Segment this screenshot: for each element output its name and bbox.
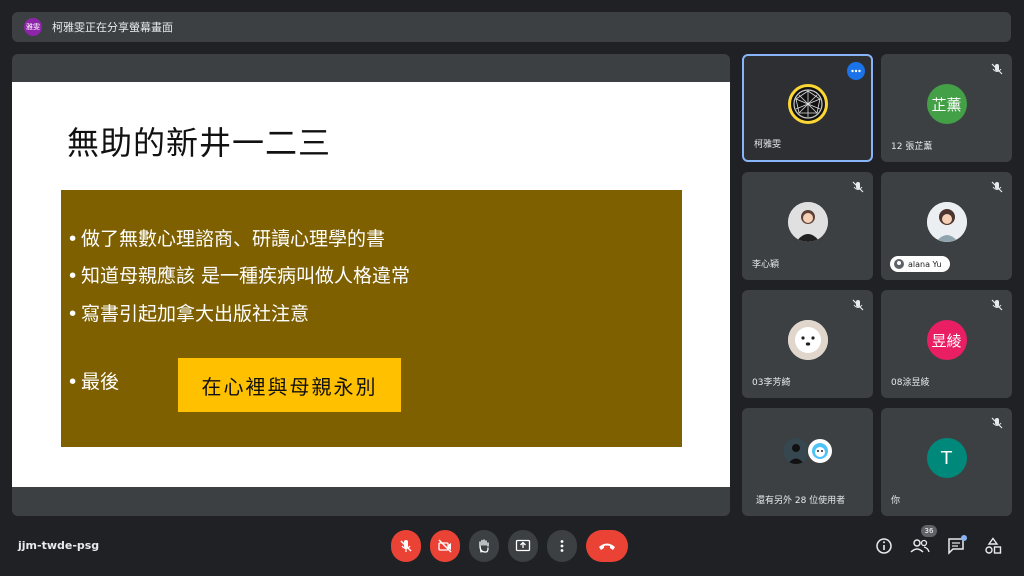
other-participant-avatar [806,437,834,465]
participant-tile[interactable]: alana Yu [881,172,1012,280]
mic-off-icon [991,299,1003,311]
participant-avatar: 芷薰 [926,84,967,124]
participant-avatar [787,320,828,360]
slide-highlight-text: 在心裡與母親永別 [178,358,401,412]
participant-name: 12 張芷薰 [891,142,933,152]
mic-toggle-button[interactable] [391,530,421,562]
participant-tile[interactable]: 柯雅雯 [742,54,873,162]
raise-hand-button[interactable] [469,530,499,562]
participant-tile[interactable]: 昱綾 08涂昱綾 [881,290,1012,398]
camera-off-icon [438,539,452,553]
participant-count-badge: 36 [921,525,937,537]
activities-icon [985,537,1002,554]
participant-avatar [926,202,967,242]
shared-screen: 無助的新井一二三 • 做了無數心理諮商、研讀心理學的書 • 知道母親應該 是一種疾病… [12,54,730,516]
participant-avatar [787,84,828,124]
presentation-banner: 雅雯 柯雅雯正在分享螢幕畫面 [12,12,1011,42]
mic-off-icon [852,181,864,193]
participant-name: 你 [891,496,901,506]
participant-tile[interactable]: 03李芳綺 [742,290,873,398]
chat-notification-dot [961,535,967,541]
mic-off-icon [852,299,864,311]
mic-off-icon [991,417,1003,429]
participant-name-chip: alana Yu [890,256,950,272]
speaker-avatar-icon [894,259,904,269]
participant-name: 03李芳綺 [752,378,791,388]
self-tile[interactable]: T 你 [881,408,1012,516]
end-call-icon [599,543,615,550]
slide-content-box: • 做了無數心理諮商、研讀心理學的書 • 知道母親應該 是一種疾病叫做人格違常 • 寫… [61,190,682,447]
slide-bullet: • 知道母親應該 是一種疾病叫做人格違常 [67,265,411,287]
slide-bullet: • 最後 [67,371,120,393]
more-options-button[interactable] [847,62,865,80]
more-dots-icon [851,69,861,73]
dog-photo-icon [787,320,828,360]
participant-avatar: T [926,438,967,478]
mic-off-icon [400,540,412,552]
participant-name: 柯雅雯 [754,140,782,150]
raise-hand-icon [479,539,489,553]
other-participants-tile[interactable]: 還有另外 28 位使用者 [742,408,873,516]
cartoon-avatar-icon [812,443,828,459]
other-participants-count: 還有另外 28 位使用者 [756,496,846,506]
slide-bullet: • 做了無數心理諮商、研讀心理學的書 [67,228,386,250]
activities-button[interactable] [983,536,1003,556]
more-options-icon [560,540,564,552]
present-screen-button[interactable] [508,530,538,562]
slide-title: 無助的新井一二三 [67,124,332,162]
mic-off-icon [991,181,1003,193]
people-button[interactable] [910,536,930,556]
presentation-slide: 無助的新井一二三 • 做了無數心理諮商、研讀心理學的書 • 知道母親應該 是一種疾病… [12,82,730,487]
presenter-avatar: 雅雯 [24,18,42,36]
present-screen-icon [515,539,531,552]
mic-off-icon [991,63,1003,75]
participant-avatar: 昱綾 [926,320,967,360]
person-photo-icon [787,202,828,242]
participant-name: 李心穎 [752,260,780,270]
presentation-status-text: 柯雅雯正在分享螢幕畫面 [52,21,173,34]
more-options-button[interactable] [547,530,577,562]
participant-name: 08涂昱綾 [891,378,930,388]
participant-avatar [787,202,828,242]
globe-avatar-icon [792,89,823,119]
meeting-code: jjm-twde-psg [18,539,100,552]
people-icon [910,539,930,553]
camera-toggle-button[interactable] [430,530,460,562]
meeting-info-button[interactable] [874,536,894,556]
person-photo-icon [926,202,967,242]
end-call-button[interactable] [586,530,628,562]
slide-bullet: • 寫書引起加拿大出版社注意 [67,303,310,325]
participant-tile[interactable]: 芷薰 12 張芷薰 [881,54,1012,162]
info-icon [876,538,892,554]
participant-tile[interactable]: 李心穎 [742,172,873,280]
